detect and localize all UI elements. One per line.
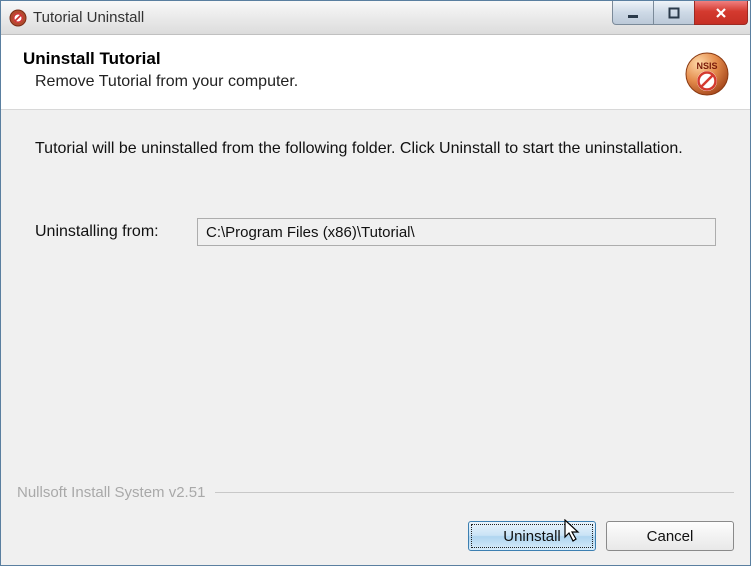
brand-footer: Nullsoft Install System v2.51 bbox=[17, 484, 734, 501]
brand-text: Nullsoft Install System v2.51 bbox=[17, 484, 205, 501]
app-icon bbox=[9, 9, 27, 27]
description-text: Tutorial will be uninstalled from the fo… bbox=[35, 140, 716, 158]
path-row: Uninstalling from: bbox=[35, 218, 716, 246]
content-area: Tutorial will be uninstalled from the fo… bbox=[1, 110, 750, 565]
uninstaller-window: Tutorial Uninstall Uninstall Tutorial Re… bbox=[0, 0, 751, 566]
cancel-button[interactable]: Cancel bbox=[606, 521, 734, 551]
page-subtitle: Remove Tutorial from your computer. bbox=[23, 73, 674, 91]
divider bbox=[215, 492, 734, 493]
uninstall-button[interactable]: Uninstall bbox=[468, 521, 596, 551]
uninstall-icon: NSIS bbox=[684, 51, 730, 97]
close-button[interactable] bbox=[694, 1, 748, 25]
close-icon bbox=[714, 6, 728, 20]
window-controls bbox=[613, 1, 750, 34]
uninstall-path-field[interactable] bbox=[197, 218, 716, 246]
header-panel: Uninstall Tutorial Remove Tutorial from … bbox=[1, 35, 750, 110]
maximize-button[interactable] bbox=[653, 1, 695, 25]
page-title: Uninstall Tutorial bbox=[23, 49, 674, 69]
maximize-icon bbox=[668, 7, 680, 19]
header-text: Uninstall Tutorial Remove Tutorial from … bbox=[23, 49, 674, 91]
button-row: Uninstall Cancel bbox=[468, 521, 734, 551]
path-label: Uninstalling from: bbox=[35, 223, 197, 241]
svg-text:NSIS: NSIS bbox=[696, 61, 717, 71]
minimize-button[interactable] bbox=[612, 1, 654, 25]
titlebar[interactable]: Tutorial Uninstall bbox=[1, 1, 750, 35]
minimize-icon bbox=[627, 7, 639, 19]
window-title: Tutorial Uninstall bbox=[33, 9, 613, 26]
